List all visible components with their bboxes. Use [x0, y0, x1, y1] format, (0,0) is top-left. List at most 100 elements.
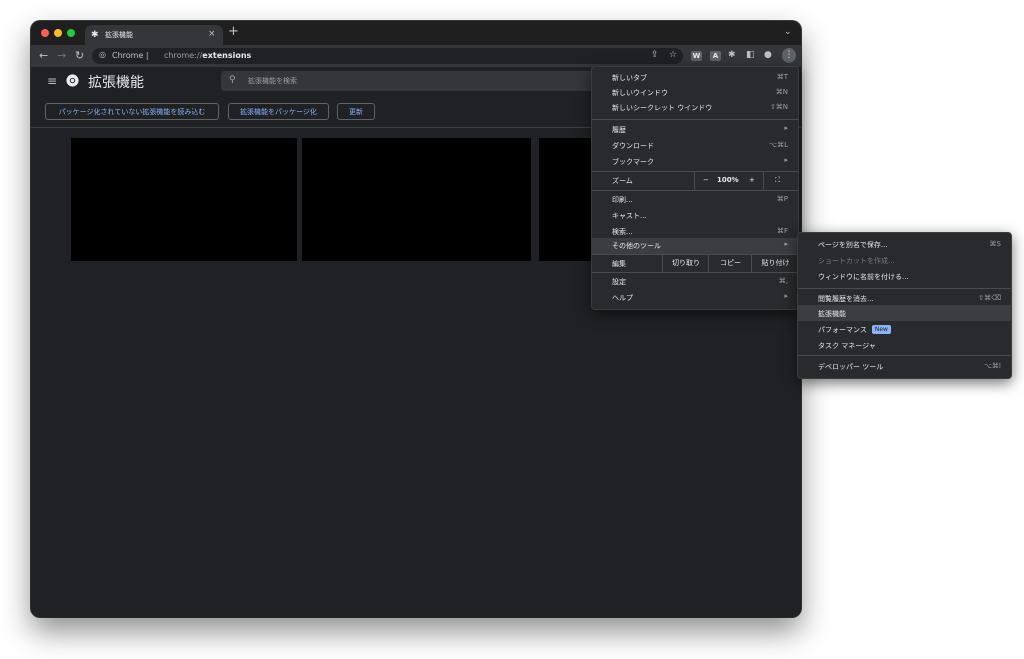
menu-divider — [592, 119, 798, 120]
extension-card[interactable] — [302, 138, 531, 261]
menu-item-history[interactable]: 履歴 ▸ — [592, 122, 798, 138]
minimize-window-button[interactable] — [54, 29, 62, 37]
menu-label: ダウンロード — [612, 142, 654, 150]
extension-card[interactable] — [71, 138, 297, 261]
submenu-item-save-as[interactable]: ページを別名で保存... ⌘S — [798, 236, 1011, 252]
omnibox[interactable]: ◎ Chrome | chrome://extensions — [92, 48, 683, 64]
forward-arrow-icon[interactable]: → — [57, 49, 66, 62]
menu-item-settings[interactable]: 設定 ⌘, — [592, 274, 798, 290]
chrome-logo-icon: ◎ — [99, 50, 106, 59]
hamburger-menu-icon[interactable]: ≡ — [47, 74, 57, 88]
menu-divider — [592, 190, 798, 191]
submenu-item-extensions[interactable]: 拡張機能 — [798, 305, 1011, 321]
menu-item-new-window[interactable]: 新しいウインドウ ⌘N — [592, 85, 798, 101]
menu-shortcut: ⌘T — [776, 73, 788, 81]
extension-w-icon[interactable]: W — [691, 51, 702, 61]
omnibox-url[interactable]: chrome://extensions — [164, 51, 251, 60]
extensions-puzzle-icon[interactable]: ✱ — [728, 50, 736, 60]
menu-label: 検索... — [612, 228, 633, 236]
submenu-arrow-icon: ▸ — [784, 240, 788, 248]
fullscreen-icon: ⛶ — [775, 176, 780, 184]
menu-label: 閲覧履歴を消去... — [818, 295, 874, 303]
menu-divider — [798, 355, 1011, 356]
tab-close-icon[interactable]: × — [208, 29, 216, 39]
menu-label: ウィンドウに名前を付ける... — [818, 273, 909, 281]
copy-button[interactable]: コピー — [708, 254, 752, 272]
back-arrow-icon[interactable]: ← — [39, 49, 48, 62]
zoom-out-button[interactable]: − — [703, 176, 709, 184]
kebab-menu-icon[interactable]: ⋮ — [782, 48, 796, 63]
menu-label: パフォーマンス New — [818, 325, 891, 335]
submenu-arrow-icon: ▸ — [784, 292, 788, 300]
menu-item-more-tools[interactable]: その他のツール ▸ — [592, 238, 798, 254]
search-placeholder: 拡張機能を検索 — [248, 77, 297, 85]
menu-shortcut: ⌥⌘L — [769, 141, 788, 149]
extension-a-icon[interactable]: A — [710, 51, 721, 61]
menu-item-cast[interactable]: キャスト... — [592, 208, 798, 224]
menu-shortcut: ⌘, — [778, 277, 788, 285]
menu-shortcut: ⌘P — [776, 195, 788, 203]
menu-label: 履歴 — [612, 126, 626, 134]
menu-shortcut: ⌘S — [989, 240, 1001, 248]
menu-divider — [592, 272, 798, 273]
menu-shortcut: ⌘F — [776, 227, 788, 235]
new-tab-button[interactable]: + — [228, 24, 239, 39]
menu-item-incognito[interactable]: 新しいシークレット ウインドウ ⇧⌘N — [592, 100, 798, 116]
menu-item-bookmarks[interactable]: ブックマーク ▸ — [592, 154, 798, 170]
fullscreen-button[interactable]: ⛶ — [763, 172, 799, 190]
submenu-item-create-shortcut: ショートカットを作成... — [798, 252, 1011, 268]
submenu-item-name-window[interactable]: ウィンドウに名前を付ける... — [798, 268, 1011, 284]
menu-label: その他のツール — [612, 242, 661, 250]
menu-label: 拡張機能 — [818, 310, 846, 318]
more-tools-submenu: ページを別名で保存... ⌘S ショートカットを作成... ウィンドウに名前を付… — [797, 232, 1012, 379]
menu-label: 新しいシークレット ウインドウ — [612, 104, 713, 112]
paste-button[interactable]: 貼り付け — [751, 254, 799, 272]
menu-label: タスク マネージャ — [818, 342, 876, 350]
submenu-item-task-manager[interactable]: タスク マネージャ — [798, 337, 1011, 353]
menu-label: デベロッパー ツール — [818, 363, 884, 371]
menu-label: キャスト... — [612, 212, 647, 220]
menu-shortcut: ⇧⌘N — [769, 103, 788, 111]
submenu-item-dev-tools[interactable]: デベロッパー ツール ⌥⌘I — [798, 358, 1011, 374]
submenu-item-performance[interactable]: パフォーマンス New — [798, 321, 1011, 337]
update-button[interactable]: 更新 — [337, 103, 375, 120]
submenu-arrow-icon: ▸ — [784, 124, 788, 132]
zoom-level: 100% — [717, 176, 739, 184]
submenu-item-clear-history[interactable]: 閲覧履歴を消去... ⇧⌘⌫ — [798, 290, 1011, 306]
page-title: 拡張機能 — [88, 75, 144, 91]
menu-zoom-row: ズーム − 100% + ⛶ — [592, 172, 798, 190]
menu-label: 設定 — [612, 278, 626, 286]
menu-shortcut: ⌥⌘I — [983, 362, 1001, 370]
menu-item-print[interactable]: 印刷... ⌘P — [592, 192, 798, 208]
menu-item-new-tab[interactable]: 新しいタブ ⌘T — [592, 70, 798, 86]
bookmark-star-icon[interactable]: ☆ — [669, 50, 677, 60]
pack-extension-button[interactable]: 拡張機能をパッケージ化 — [228, 103, 329, 120]
menu-label: ページを別名で保存... — [818, 241, 888, 249]
menu-label: 新しいウインドウ — [612, 89, 668, 97]
side-panel-icon[interactable]: ◧ — [746, 50, 755, 60]
tab-extensions[interactable]: ✱ 拡張機能 × — [85, 25, 223, 45]
menu-item-help[interactable]: ヘルプ ▸ — [592, 290, 798, 306]
tab-strip: ✱ 拡張機能 × + ⌄ — [31, 21, 801, 45]
reload-icon[interactable]: ↻ — [75, 49, 84, 62]
tab-search-chevron-icon[interactable]: ⌄ — [784, 27, 792, 37]
extensions-search-input[interactable]: ⚲ 拡張機能を検索 — [221, 71, 621, 91]
maximize-window-button[interactable] — [67, 29, 75, 37]
load-unpacked-button[interactable]: パッケージ化されていない拡張機能を読み込む — [45, 103, 219, 120]
submenu-arrow-icon: ▸ — [784, 156, 788, 164]
profile-icon[interactable]: ● — [764, 50, 772, 60]
close-window-button[interactable] — [41, 29, 49, 37]
zoom-in-button[interactable]: + — [749, 176, 755, 184]
menu-label: 印刷... — [612, 196, 633, 204]
menu-label: ショートカットを作成... — [818, 257, 895, 265]
cut-button[interactable]: 切り取り — [662, 254, 709, 272]
menu-label: 新しいタブ — [612, 74, 647, 82]
menu-shortcut: ⇧⌘⌫ — [978, 294, 1001, 302]
menu-label: ヘルプ — [612, 294, 633, 302]
menu-shortcut: ⌘N — [775, 88, 788, 96]
new-badge: New — [871, 325, 891, 334]
extensions-logo-icon — [66, 74, 79, 87]
share-icon[interactable]: ⇪ — [651, 50, 659, 60]
menu-item-downloads[interactable]: ダウンロード ⌥⌘L — [592, 138, 798, 154]
chrome-main-menu: 新しいタブ ⌘T 新しいウインドウ ⌘N 新しいシークレット ウインドウ ⇧⌘N… — [591, 66, 799, 310]
